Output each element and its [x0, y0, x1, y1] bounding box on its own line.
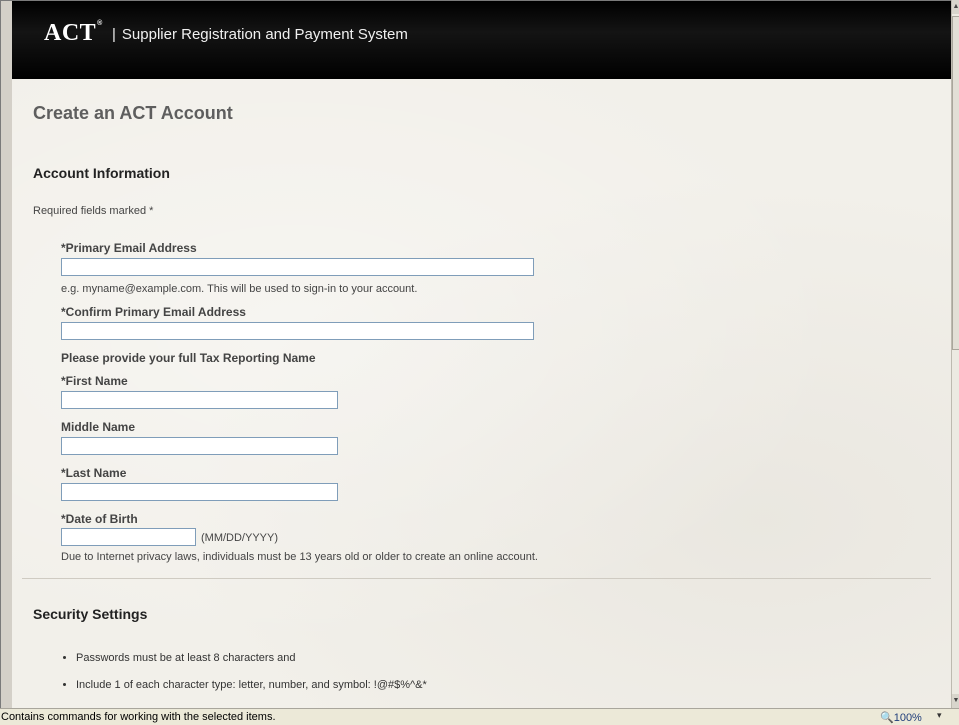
- password-rule-length: Passwords must be at least 8 characters …: [76, 651, 427, 665]
- header-separator: |: [112, 26, 116, 43]
- act-logo: ACT®: [44, 20, 103, 47]
- scroll-down-icon[interactable]: ▼: [952, 694, 959, 708]
- middle-name-input[interactable]: [61, 437, 338, 455]
- first-name-input[interactable]: [61, 391, 338, 409]
- password-rules-list: Passwords must be at least 8 characters …: [62, 651, 427, 705]
- logo-mark: ®: [97, 20, 103, 27]
- security-settings-heading: Security Settings: [33, 606, 148, 622]
- email-hint: e.g. myname@example.com. This will be us…: [61, 283, 418, 295]
- last-name-input[interactable]: [61, 483, 338, 501]
- date-of-birth-label: *Date of Birth: [61, 512, 138, 526]
- main-content: Create an ACT Account Account Informatio…: [12, 79, 951, 708]
- primary-email-label: *Primary Email Address: [61, 241, 197, 255]
- zoom-control[interactable]: 🔍100%: [880, 711, 922, 724]
- status-bar: Contains commands for working with the s…: [0, 708, 959, 725]
- site-title-text: Supplier Registration and Payment System: [121, 26, 408, 43]
- tax-name-heading: Please provide your full Tax Reporting N…: [61, 351, 316, 365]
- zoom-level: 100%: [893, 712, 922, 724]
- magnifier-icon: 🔍: [880, 712, 894, 724]
- primary-email-input[interactable]: [61, 258, 534, 276]
- scroll-thumb[interactable]: [952, 16, 959, 350]
- middle-name-label: Middle Name: [61, 420, 136, 434]
- page-title: Create an ACT Account: [33, 103, 233, 123]
- required-fields-note: Required fields marked *: [33, 205, 154, 217]
- account-information-heading: Account Information: [33, 165, 170, 181]
- vertical-scrollbar[interactable]: ▲ ▼: [951, 0, 959, 708]
- scroll-up-icon[interactable]: ▲: [952, 0, 959, 14]
- first-name-label: *First Name: [61, 374, 128, 388]
- site-title: | Supplier Registration and Payment Syste…: [112, 26, 408, 43]
- browser-viewport: ACT® | Supplier Registration and Payment …: [0, 0, 951, 708]
- section-divider: [22, 578, 931, 579]
- site-header: ACT® | Supplier Registration and Payment …: [12, 1, 951, 79]
- status-text: Contains commands for working with the s…: [1, 711, 276, 723]
- logo-text: ACT: [44, 20, 97, 46]
- confirm-email-label: *Confirm Primary Email Address: [61, 305, 246, 319]
- privacy-note: Due to Internet privacy laws, individual…: [61, 551, 538, 563]
- password-rule-characters: Include 1 of each character type: letter…: [76, 678, 427, 692]
- date-format-hint: (MM/DD/YYYY): [201, 532, 278, 544]
- chevron-down-icon[interactable]: ▾: [937, 710, 942, 721]
- last-name-label: *Last Name: [61, 466, 127, 480]
- confirm-email-input[interactable]: [61, 322, 534, 340]
- date-of-birth-input[interactable]: [61, 528, 196, 546]
